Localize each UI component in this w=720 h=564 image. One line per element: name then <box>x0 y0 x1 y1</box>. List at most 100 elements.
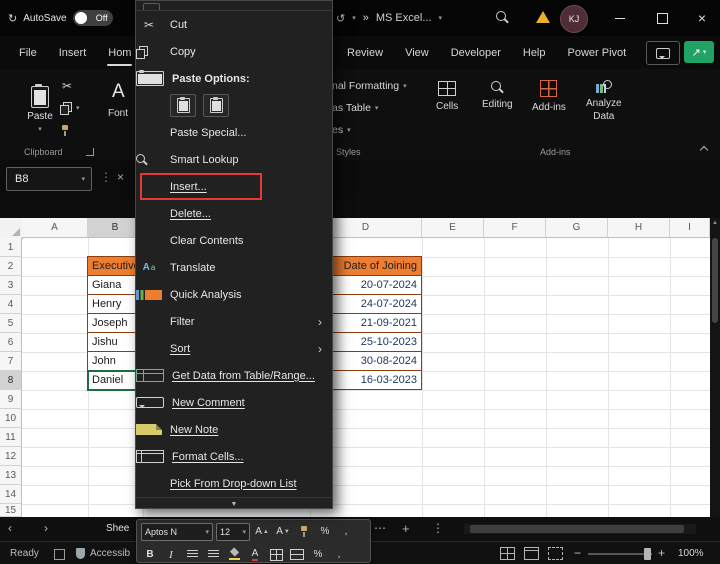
percent-style-button[interactable]: % <box>316 524 334 540</box>
name-box-dropdown-icon[interactable]: ▾ <box>81 175 85 183</box>
context-menu-item-new-comment[interactable]: New Comment <box>136 389 332 416</box>
horizontal-scrollbar-thumb[interactable] <box>470 525 684 533</box>
sheet-menu-icon[interactable]: ⋮ <box>432 521 444 535</box>
ribbon-tab-view[interactable]: View <box>394 36 440 69</box>
cell-styles-button[interactable]: es ▾ <box>332 124 351 136</box>
font-name-combo[interactable]: Aptos N ▾ <box>141 523 213 541</box>
align-center-button[interactable] <box>204 547 222 563</box>
sheet-tab[interactable]: Shee <box>106 523 129 534</box>
row-header-4[interactable]: 4 <box>0 295 22 314</box>
row-header-10[interactable]: 10 <box>0 409 22 428</box>
editing-button[interactable]: Editing <box>482 81 513 110</box>
increase-font-button[interactable]: A▲ <box>253 524 271 540</box>
zoom-slider-knob[interactable] <box>644 548 651 560</box>
context-menu-item-delete[interactable]: Delete... <box>136 200 332 227</box>
context-menu-item-filter[interactable]: Filter› <box>136 308 332 335</box>
context-menu-item-format-cells[interactable]: Format Cells... <box>136 443 332 470</box>
ribbon-tab-insert[interactable]: Insert <box>48 36 98 69</box>
context-menu-item-cut[interactable]: Cut <box>136 11 332 38</box>
maximize-button[interactable] <box>644 0 680 36</box>
context-menu-item-new-note[interactable]: New Note <box>136 416 332 443</box>
format-as-table-button[interactable]: as Table ▾ <box>332 102 378 114</box>
font-size-combo[interactable]: 12 ▾ <box>216 523 250 541</box>
row-header-7[interactable]: 7 <box>0 352 22 371</box>
page-break-view-button[interactable] <box>548 547 563 560</box>
row-header-8[interactable]: 8 <box>0 371 22 390</box>
ribbon-tab-power-pivot[interactable]: Power Pivot <box>557 36 638 69</box>
context-menu-item-sort[interactable]: Sort› <box>136 335 332 362</box>
share-button[interactable]: ↗▾ <box>684 41 714 63</box>
context-menu-item-get-data[interactable]: Get Data from Table/Range... <box>136 362 332 389</box>
select-all-corner[interactable] <box>0 218 23 239</box>
avatar[interactable]: KJ <box>560 5 588 33</box>
decrease-font-button[interactable]: A▼ <box>274 524 292 540</box>
undo-dropdown-icon[interactable]: ▾ <box>352 14 356 22</box>
title-dropdown-icon[interactable]: ▾ <box>438 14 442 22</box>
add-sheet-button[interactable]: + <box>402 521 410 536</box>
macro-record-icon[interactable] <box>54 549 65 560</box>
borders-button[interactable] <box>267 547 285 563</box>
clipboard-dialog-launcher-icon[interactable] <box>86 148 94 156</box>
normal-view-button[interactable] <box>500 547 515 560</box>
context-menu-item-paste-special[interactable]: Paste Special... <box>136 119 332 146</box>
ribbon-tab-file[interactable]: File <box>8 36 48 69</box>
row-header-5[interactable]: 5 <box>0 314 22 333</box>
ribbon-tab-help[interactable]: Help <box>512 36 557 69</box>
row-header-9[interactable]: 9 <box>0 390 22 409</box>
scroll-up-icon[interactable]: ▲ <box>710 220 720 226</box>
row-header-14[interactable]: 14 <box>0 485 22 504</box>
zoom-level[interactable]: 100% <box>678 548 704 559</box>
column-header-E[interactable]: E <box>422 218 484 238</box>
autosave-toggle[interactable]: Off <box>73 10 113 26</box>
paste-option-button[interactable] <box>203 94 229 117</box>
context-menu-item-smart-lookup[interactable]: Smart Lookup <box>136 146 332 173</box>
conditional-formatting-button[interactable]: nal Formatting ▾ <box>332 80 407 92</box>
close-button[interactable]: × <box>684 0 720 36</box>
ribbon-tab-review[interactable]: Review <box>336 36 394 69</box>
context-menu-item-copy[interactable]: Copy <box>136 38 332 65</box>
context-menu-item-quick-analysis[interactable]: Quick Analysis <box>136 281 332 308</box>
zoom-slider[interactable] <box>588 553 652 555</box>
fill-color-button[interactable] <box>225 547 243 563</box>
align-left-button[interactable] <box>183 547 201 563</box>
context-menu-item-pick-from-dropdown[interactable]: Pick From Drop-down List <box>136 470 332 497</box>
minimize-button[interactable] <box>602 0 638 36</box>
previous-sheet-icon[interactable]: ‹ <box>8 521 12 535</box>
undo-icon[interactable]: ↺ <box>336 12 345 25</box>
cancel-icon[interactable]: × <box>117 170 124 184</box>
comma-style-button[interactable]: , <box>337 524 355 540</box>
qat-overflow-icon[interactable]: » <box>363 12 369 24</box>
name-box[interactable]: B8 ▾ <box>6 167 92 191</box>
row-header-6[interactable]: 6 <box>0 333 22 352</box>
search-icon[interactable] <box>496 11 509 24</box>
analyze-data-button[interactable]: Analyze Data <box>586 80 622 122</box>
cut-button[interactable] <box>60 79 80 93</box>
context-menu-item-translate[interactable]: Translate <box>136 254 332 281</box>
column-header-I[interactable]: I <box>670 218 710 238</box>
comments-button[interactable] <box>646 41 680 65</box>
row-header-11[interactable]: 11 <box>0 428 22 447</box>
vertical-scrollbar[interactable]: ▲ <box>710 218 720 517</box>
font-color-button[interactable]: A <box>246 547 264 563</box>
zoom-in-button[interactable]: + <box>658 546 665 560</box>
column-header-A[interactable]: A <box>22 218 88 238</box>
page-layout-view-button[interactable] <box>524 547 539 560</box>
bold-button[interactable]: B <box>141 547 159 563</box>
row-header-12[interactable]: 12 <box>0 447 22 466</box>
row-header-2[interactable]: 2 <box>0 257 22 276</box>
add-ins-button[interactable]: Add-ins <box>532 80 566 113</box>
column-header-G[interactable]: G <box>546 218 608 238</box>
context-menu-scroll-down[interactable]: ▼ <box>136 497 332 510</box>
row-header-3[interactable]: 3 <box>0 276 22 295</box>
vertical-scrollbar-thumb[interactable] <box>712 238 718 323</box>
column-header-F[interactable]: F <box>484 218 546 238</box>
comma-format-button[interactable]: , <box>330 547 348 563</box>
copy-button[interactable]: ▾ <box>60 101 80 115</box>
row-header-13[interactable]: 13 <box>0 466 22 485</box>
warning-icon[interactable] <box>536 11 550 23</box>
sheet-options-icon[interactable]: ⋯ <box>374 521 386 535</box>
zoom-out-button[interactable]: − <box>574 546 581 560</box>
row-header-1[interactable]: 1 <box>0 238 22 257</box>
accessibility-status[interactable]: Accessib <box>90 548 130 559</box>
column-header-H[interactable]: H <box>608 218 670 238</box>
